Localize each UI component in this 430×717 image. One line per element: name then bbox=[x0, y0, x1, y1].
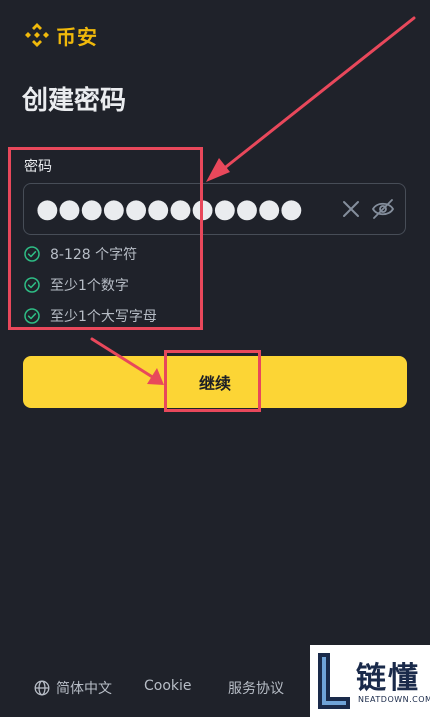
check-circle-icon bbox=[24, 308, 40, 324]
arrow-to-password-head bbox=[206, 158, 230, 182]
rule-length-text: 8-128 个字符 bbox=[50, 247, 138, 263]
page-title: 创建密码 bbox=[22, 86, 127, 116]
arrow-to-password-line bbox=[220, 16, 416, 172]
continue-label: 继续 bbox=[198, 374, 231, 393]
language-label: 简体中文 bbox=[56, 681, 112, 697]
cookie-link[interactable]: Cookie bbox=[144, 678, 192, 694]
password-rules: 8-128 个字符 至少1个数字 至少1个大写字母 bbox=[24, 246, 157, 339]
watermark-subtext: NEATDOWN.COM bbox=[358, 695, 430, 704]
check-circle-icon bbox=[24, 246, 40, 262]
password-label: 密码 bbox=[24, 159, 52, 175]
watermark-logo-icon bbox=[318, 653, 350, 709]
globe-icon bbox=[34, 680, 50, 696]
rule-length: 8-128 个字符 bbox=[24, 246, 157, 263]
logo-text: 币安 bbox=[56, 24, 98, 49]
continue-button[interactable]: 继续 bbox=[23, 356, 407, 408]
rule-number: 至少1个数字 bbox=[24, 277, 157, 294]
rule-uppercase: 至少1个大写字母 bbox=[24, 308, 157, 325]
watermark-text: 链懂 bbox=[356, 661, 420, 696]
language-selector[interactable]: 简体中文 bbox=[34, 678, 112, 698]
check-circle-icon bbox=[24, 277, 40, 293]
rule-uppercase-text: 至少1个大写字母 bbox=[50, 309, 157, 325]
eye-off-icon[interactable] bbox=[371, 198, 395, 220]
binance-logo[interactable]: 币安 bbox=[24, 22, 98, 49]
rule-number-text: 至少1个数字 bbox=[50, 278, 129, 294]
password-value: ●●●●●●●●●●●● bbox=[36, 194, 303, 224]
binance-logo-icon bbox=[25, 23, 49, 47]
password-input[interactable]: ●●●●●●●●●●●● bbox=[23, 183, 406, 235]
terms-link[interactable]: 服务协议 bbox=[228, 678, 284, 698]
clear-icon[interactable] bbox=[341, 199, 361, 219]
watermark: 链懂 NEATDOWN.COM bbox=[310, 645, 430, 717]
